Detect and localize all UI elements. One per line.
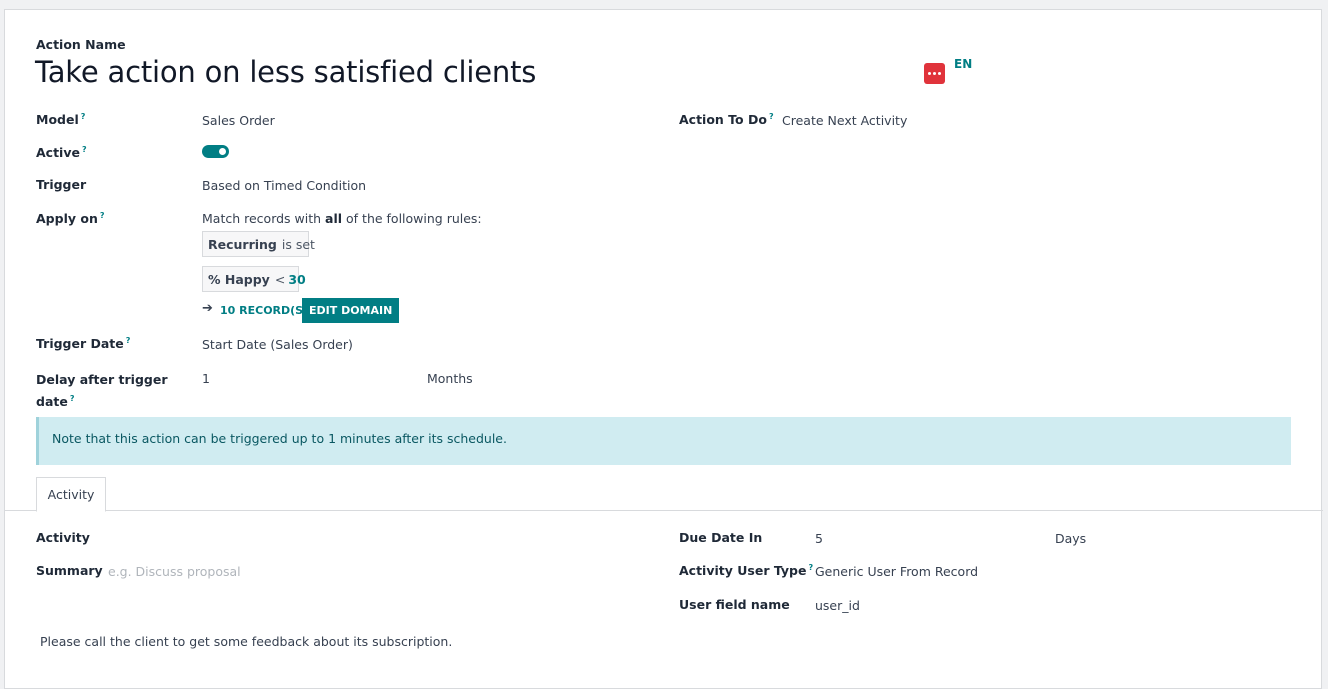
due-date-input[interactable]: 5 <box>815 531 823 546</box>
domain-description: Match records with all of the following … <box>202 211 482 226</box>
translate-icon[interactable] <box>924 63 945 84</box>
delay-unit-select[interactable]: Months <box>427 371 473 386</box>
delay-value-input[interactable]: 1 <box>202 371 210 386</box>
help-icon[interactable]: ? <box>769 112 774 121</box>
help-icon[interactable]: ? <box>808 563 813 572</box>
help-icon[interactable]: ? <box>82 145 87 154</box>
help-icon[interactable]: ? <box>126 336 131 345</box>
language-code[interactable]: EN <box>954 57 972 71</box>
domain-rule-recurring[interactable]: Recurring is set <box>202 231 315 257</box>
user-field-name-label: User field name <box>679 597 790 612</box>
activity-label: Activity <box>36 530 90 545</box>
summary-input[interactable]: e.g. Discuss proposal <box>108 564 241 579</box>
trigger-label: Trigger <box>36 177 87 192</box>
trigger-date-label: Trigger Date? <box>36 336 131 352</box>
due-date-label: Due Date In <box>679 530 763 545</box>
action-name-input[interactable]: Take action on less satisfied clients <box>35 55 536 89</box>
trigger-date-field[interactable]: Start Date (Sales Order) <box>202 337 353 352</box>
help-icon[interactable]: ? <box>100 211 105 220</box>
apply-on-label: Apply on? <box>36 211 105 227</box>
tab-activity[interactable]: Activity <box>36 477 106 512</box>
active-label: Active? <box>36 145 87 161</box>
activity-user-type-field[interactable]: Generic User From Record <box>815 564 978 579</box>
alert-text: Note that this action can be triggered u… <box>52 431 507 446</box>
model-label: Model? <box>36 112 86 128</box>
form-sheet: Action Name Take action on less satisfie… <box>4 9 1323 689</box>
tab-divider <box>5 510 1323 511</box>
edit-domain-button[interactable]: EDIT DOMAIN <box>302 298 400 323</box>
delay-label: Delay after trigger date? <box>36 372 168 410</box>
arrow-right-icon: ➔ <box>202 301 213 316</box>
action-to-do-field[interactable]: Create Next Activity <box>782 113 907 128</box>
action-name-label: Action Name <box>36 37 126 52</box>
due-date-unit-select[interactable]: Days <box>1055 531 1086 546</box>
activity-note[interactable]: Please call the client to get some feedb… <box>40 634 452 649</box>
activity-user-type-label: Activity User Type? <box>679 563 814 579</box>
domain-rule-happy[interactable]: % Happy <30 <box>202 266 306 292</box>
user-field-name-input[interactable]: user_id <box>815 598 860 613</box>
help-icon[interactable]: ? <box>70 394 75 403</box>
trigger-field[interactable]: Based on Timed Condition <box>202 178 366 193</box>
info-alert: Note that this action can be triggered u… <box>36 417 1291 465</box>
help-icon[interactable]: ? <box>81 112 86 121</box>
records-link[interactable]: 10 RECORD(S) <box>220 304 308 317</box>
summary-label: Summary <box>36 563 103 578</box>
action-to-do-label: Action To Do? <box>679 112 774 128</box>
model-field[interactable]: Sales Order <box>202 113 275 128</box>
active-toggle[interactable] <box>202 145 229 158</box>
